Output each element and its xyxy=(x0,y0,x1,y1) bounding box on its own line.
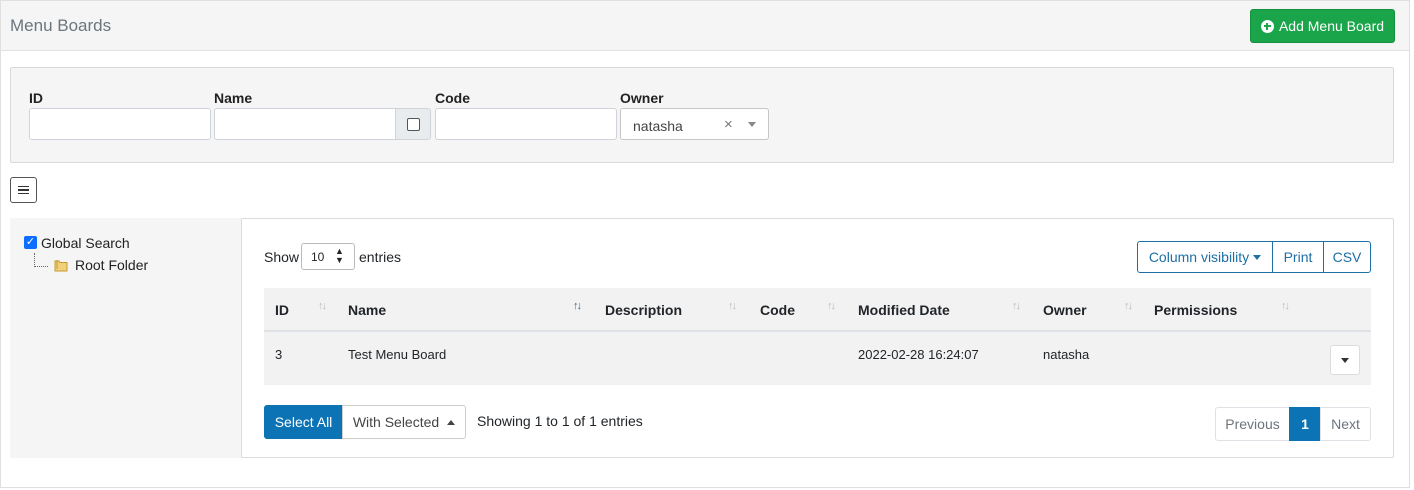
sort-icon[interactable]: ↑↓ xyxy=(1281,300,1290,312)
tree-item-global-search[interactable]: Global Search xyxy=(41,235,130,251)
column-header-description[interactable]: Description xyxy=(605,302,682,318)
filter-panel: ID Name Code Owner natasha × xyxy=(10,67,1394,163)
folder-icon xyxy=(54,260,68,272)
caret-down-icon xyxy=(1253,254,1262,260)
pagination: Previous 1 Next xyxy=(1215,407,1371,441)
page-length-value: 10 xyxy=(311,250,325,264)
column-header-name[interactable]: Name xyxy=(348,302,386,318)
owner-filter-label: Owner xyxy=(620,90,664,106)
column-header-code[interactable]: Code xyxy=(760,302,795,318)
sort-icon-active[interactable]: ↑↓ xyxy=(573,300,582,312)
cell-name: Test Menu Board xyxy=(348,347,447,362)
page: Menu Boards Add Menu Board ID Name Code … xyxy=(0,0,1410,488)
menu-boards-table-panel: Show 10 ▲ ▼ entries Column visibility Pri… xyxy=(241,218,1394,458)
up-down-arrow-icon: ▲ ▼ xyxy=(335,246,344,265)
column-visibility-button[interactable]: Column visibility xyxy=(1137,241,1273,273)
page-header: Menu Boards Add Menu Board xyxy=(1,1,1409,51)
sort-icon[interactable]: ↑↓ xyxy=(1124,300,1133,312)
row-actions-dropdown-button[interactable] xyxy=(1330,345,1360,375)
plus-circle-icon xyxy=(1260,19,1274,33)
add-menu-board-label: Add Menu Board xyxy=(1278,18,1385,34)
cell-owner: natasha xyxy=(1043,347,1090,362)
owner-dropdown-arrow-icon[interactable] xyxy=(748,122,756,127)
folder-tree-panel: ✓ Global Search Root Folder xyxy=(10,218,242,458)
folder-tree-toggle-button[interactable] xyxy=(10,177,37,203)
code-filter-input[interactable] xyxy=(435,108,617,140)
column-header-id[interactable]: ID xyxy=(275,302,289,318)
with-selected-button[interactable]: With Selected xyxy=(342,405,466,439)
column-header-modified-date[interactable]: Modified Date xyxy=(858,302,950,318)
pagination-next[interactable]: Next xyxy=(1320,407,1371,441)
column-header-permissions[interactable]: Permissions xyxy=(1154,302,1237,318)
global-search-checkbox[interactable]: ✓ xyxy=(24,236,37,249)
column-header-owner[interactable]: Owner xyxy=(1043,302,1087,318)
page-title: Menu Boards xyxy=(10,16,112,35)
name-filter-label: Name xyxy=(214,90,253,106)
pagination-previous[interactable]: Previous xyxy=(1215,407,1290,441)
csv-button[interactable]: CSV xyxy=(1323,241,1371,273)
select-all-button[interactable]: Select All xyxy=(264,405,343,439)
sort-icon[interactable]: ↑↓ xyxy=(827,300,836,312)
owner-clear-icon[interactable]: × xyxy=(724,116,733,133)
page-length-select[interactable]: 10 ▲ ▼ xyxy=(301,243,355,270)
sort-icon[interactable]: ↑↓ xyxy=(1012,300,1021,312)
pagination-page-1[interactable]: 1 xyxy=(1289,407,1321,441)
table-toolbar: Column visibility Print CSV xyxy=(1137,241,1371,273)
hamburger-icon xyxy=(18,185,29,195)
entries-label: entries xyxy=(359,249,402,265)
name-exact-match-checkbox[interactable] xyxy=(406,117,420,131)
with-selected-label: With Selected xyxy=(352,414,440,430)
id-filter-input[interactable] xyxy=(29,108,211,140)
sort-icon[interactable]: ↑↓ xyxy=(318,300,327,312)
caret-down-icon xyxy=(1341,357,1349,363)
cell-id: 3 xyxy=(275,347,283,362)
show-label: Show xyxy=(264,249,300,265)
table-header: ID ↑↓ Name ↑↓ Description ↑↓ Code ↑↓ Mod… xyxy=(264,288,1371,332)
tree-item-root-folder[interactable]: Root Folder xyxy=(75,257,148,273)
sort-icon[interactable]: ↑↓ xyxy=(728,300,737,312)
column-visibility-label: Column visibility xyxy=(1148,249,1250,265)
tree-connector xyxy=(34,253,48,267)
print-button[interactable]: Print xyxy=(1272,241,1324,273)
cell-modified-date: 2022-02-28 16:24:07 xyxy=(858,347,979,362)
code-filter-label: Code xyxy=(435,90,470,106)
table-row[interactable]: 3 Test Menu Board 2022-02-28 16:24:07 na… xyxy=(264,332,1371,385)
table-info: Showing 1 to 1 of 1 entries xyxy=(477,413,643,429)
add-menu-board-button[interactable]: Add Menu Board xyxy=(1250,9,1395,43)
name-exact-match-addon xyxy=(395,108,431,140)
owner-select[interactable]: natasha × xyxy=(620,108,769,140)
caret-up-icon xyxy=(447,419,456,425)
id-filter-label: ID xyxy=(29,90,43,106)
owner-selected-value: natasha xyxy=(633,118,683,134)
name-filter-input[interactable] xyxy=(214,108,396,140)
